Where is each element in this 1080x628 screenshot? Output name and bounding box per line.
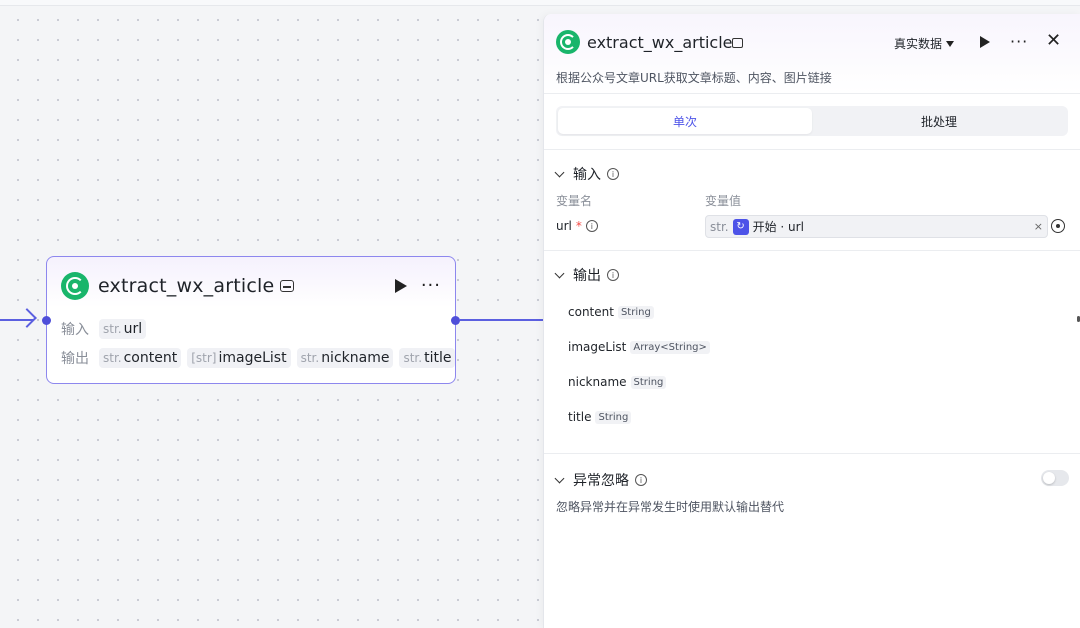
variable-reference-text: 开始 · url — [752, 220, 804, 234]
input-label: 输入 — [61, 322, 89, 338]
close-icon[interactable]: ✕ — [1046, 30, 1061, 51]
output-item: nickname String — [568, 375, 667, 389]
divider — [544, 250, 1080, 251]
output-param-chip: str. title — [399, 348, 456, 368]
top-bar — [0, 0, 1080, 6]
output-label: 输出 — [61, 351, 89, 367]
node-header: extract_wx_article ··· — [61, 271, 441, 301]
exception-section-header[interactable]: 异常忽略 i — [554, 470, 647, 490]
chevron-down-icon — [554, 167, 565, 178]
output-port[interactable] — [451, 316, 460, 325]
plugin-node-card[interactable]: extract_wx_article ··· 输入 str. url 输出 st… — [42, 256, 460, 384]
divider — [544, 453, 1080, 454]
outgoing-edge[interactable] — [460, 319, 544, 321]
output-param-chip: str. content — [99, 348, 182, 368]
column-header-var-value: 变量值 — [705, 194, 742, 208]
output-param-chip: [str] imageList — [187, 348, 291, 368]
panel-title: extract_wx_article — [587, 33, 733, 52]
output-section-header[interactable]: 输出 i — [554, 265, 619, 285]
variable-reference-icon: ↻ — [732, 218, 749, 235]
output-item: title String — [568, 410, 632, 424]
exception-description: 忽略异常并在异常发生时使用默认输出替代 — [556, 500, 785, 514]
play-icon[interactable] — [394, 279, 407, 293]
tab-batch[interactable]: 批处理 — [812, 108, 1066, 134]
chevron-down-icon — [554, 268, 565, 279]
input-port[interactable] — [42, 316, 51, 325]
output-item: imageList Array<String> — [568, 340, 710, 354]
node-title: extract_wx_article — [98, 275, 275, 297]
info-icon[interactable]: i — [585, 220, 598, 232]
plugin-badge-icon — [280, 280, 295, 292]
output-param-chip: str. nickname — [296, 348, 394, 368]
info-icon[interactable]: i — [607, 168, 619, 180]
input-var-value-field[interactable]: str. ↻ 开始 · url × — [705, 215, 1048, 238]
plugin-badge-icon — [732, 38, 743, 48]
more-dots-icon[interactable]: ··· — [1010, 32, 1028, 51]
info-icon[interactable]: i — [607, 269, 619, 281]
input-section-header[interactable]: 输入 i — [554, 164, 619, 184]
wechat-logo-icon — [61, 272, 89, 300]
target-icon[interactable] — [1051, 219, 1065, 233]
input-param-chip: str. url — [99, 319, 147, 339]
node-input-row: 输入 str. url — [61, 319, 147, 339]
column-header-var-name: 变量名 — [556, 194, 593, 208]
clear-icon[interactable]: × — [1034, 220, 1043, 233]
output-item: content String — [568, 305, 654, 319]
chevron-down-icon — [554, 473, 565, 484]
tab-single[interactable]: 单次 — [558, 108, 812, 134]
panel-description: 根据公众号文章URL获取文章标题、内容、图片链接 — [556, 71, 832, 85]
wechat-logo-icon — [556, 30, 580, 54]
divider — [544, 149, 1080, 150]
play-icon[interactable] — [980, 36, 990, 48]
run-mode-tabs: 单次 批处理 — [556, 106, 1068, 136]
node-output-row: 输出 str. content [str] imageList str. nic… — [61, 348, 456, 368]
input-var-name: url * i — [556, 219, 598, 233]
caret-down-icon — [946, 40, 955, 47]
exception-ignore-toggle[interactable] — [1041, 470, 1069, 486]
info-icon[interactable]: i — [635, 474, 647, 486]
panel-header: extract_wx_article 真实数据 ··· ✕ 根据公众号文章URL… — [544, 14, 1080, 94]
more-dots-icon[interactable]: ··· — [421, 277, 441, 295]
node-config-panel: extract_wx_article 真实数据 ··· ✕ 根据公众号文章URL… — [543, 14, 1080, 628]
data-mode-select[interactable]: 真实数据 — [894, 35, 955, 52]
